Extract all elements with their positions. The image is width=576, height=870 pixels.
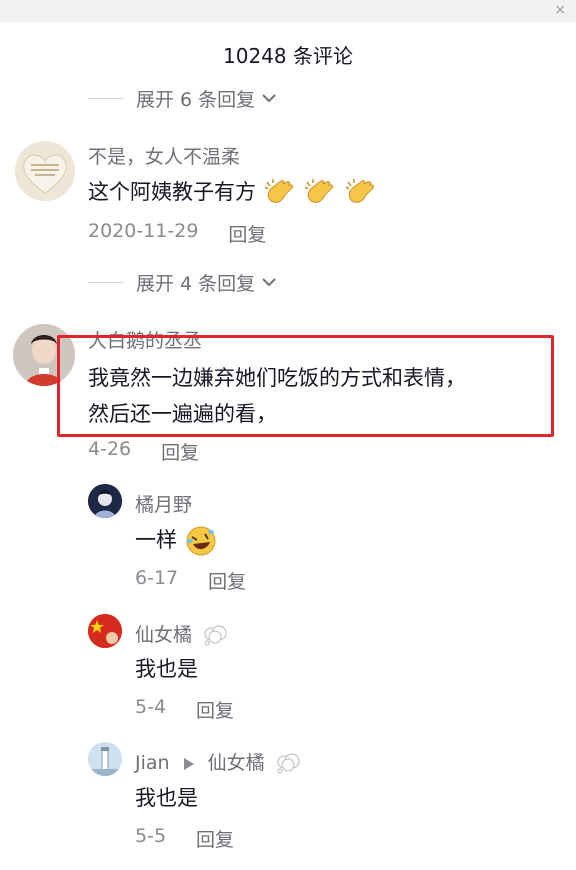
- reply-username-wrap: 仙女橘: [135, 620, 230, 647]
- reply-text: 我也是: [135, 657, 198, 681]
- avatar[interactable]: [88, 742, 122, 776]
- avatar-illustration: [88, 484, 122, 518]
- reply-meta: 6-17 回复: [135, 567, 246, 594]
- clapping-hands-emoji: [264, 179, 293, 203]
- expand-replies-label[interactable]: 展开 4 条回复: [136, 269, 255, 296]
- clapping-hands-emoji: [345, 179, 375, 203]
- reply-text: 我也是: [135, 786, 198, 810]
- reply-meta: 5-5 回复: [135, 825, 234, 852]
- expand-replies-row[interactable]: 展开 6 条回复: [88, 83, 277, 113]
- reply-username[interactable]: Jian: [135, 752, 170, 774]
- reply-username-wrap: Jian 仙女橘: [135, 748, 303, 775]
- thought-bubble-icon: [204, 625, 227, 645]
- reply-arrow-icon: [183, 757, 194, 770]
- comment-date: 2020-11-29: [88, 220, 199, 242]
- avatar[interactable]: [88, 484, 122, 518]
- reply-button[interactable]: 回复: [196, 696, 234, 723]
- reply-username[interactable]: 仙女橘: [135, 624, 192, 646]
- reply-button[interactable]: 回复: [228, 220, 266, 247]
- reply-date: 6-17: [135, 567, 179, 589]
- avatar-heart-image: [15, 141, 75, 201]
- thought-bubble-icon: [277, 753, 300, 773]
- comment-username[interactable]: 不是，女人不温柔: [88, 142, 240, 169]
- reply-button[interactable]: 回复: [196, 825, 234, 852]
- rolling-on-floor-laughing-emoji: [186, 526, 216, 556]
- clapping-hands-emoji: [304, 179, 334, 203]
- divider-line: [88, 281, 124, 283]
- reply-button[interactable]: 回复: [208, 567, 246, 594]
- reply-date: 5-5: [135, 825, 167, 847]
- comment-meta: 4-26 回复: [88, 438, 199, 465]
- comment-date: 4-26: [88, 438, 132, 460]
- comments-count-title: 10248 条评论: [223, 44, 353, 68]
- reply-text: 一样: [135, 524, 218, 557]
- highlight-box: [57, 335, 554, 437]
- avatar[interactable]: [88, 614, 122, 648]
- avatar[interactable]: [15, 141, 75, 201]
- reply-username[interactable]: 橘月野: [135, 490, 192, 517]
- chevron-down-icon[interactable]: [261, 274, 277, 290]
- expand-replies-row[interactable]: 展开 4 条回复: [88, 267, 277, 297]
- close-icon[interactable]: ×: [554, 2, 566, 18]
- comment-text-body: 这个阿姨教子有方: [88, 180, 256, 204]
- reply-meta: 5-4 回复: [135, 696, 234, 723]
- expand-replies-label[interactable]: 展开 6 条回复: [136, 85, 255, 112]
- chevron-down-icon[interactable]: [261, 90, 277, 106]
- comment-text: 这个阿姨教子有方: [88, 176, 378, 209]
- avatar-lighthouse-image: [88, 742, 122, 776]
- reply-button[interactable]: 回复: [161, 438, 199, 465]
- reply-date: 5-4: [135, 696, 167, 718]
- comment-meta: 2020-11-29 回复: [88, 220, 266, 247]
- avatar-flag-image: [88, 614, 122, 648]
- reply-target-username[interactable]: 仙女橘: [208, 752, 265, 774]
- reply-text-body: 一样: [135, 528, 177, 552]
- top-strip: ×: [0, 0, 576, 22]
- divider-line: [88, 97, 124, 99]
